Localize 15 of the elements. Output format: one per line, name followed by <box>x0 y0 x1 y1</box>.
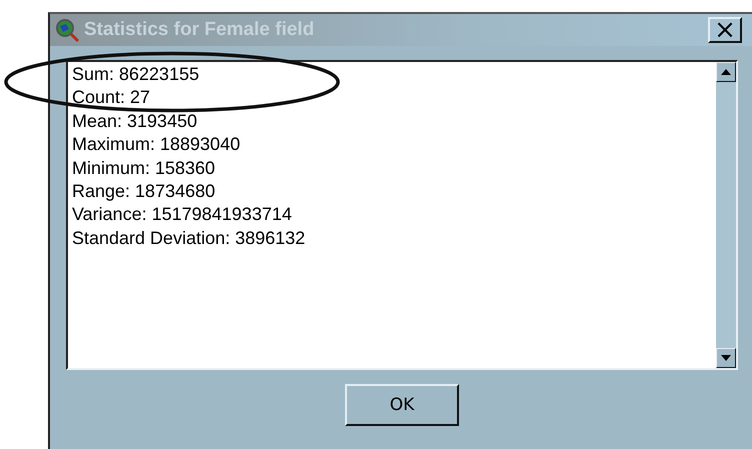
scroll-down-icon[interactable] <box>716 348 736 368</box>
statistic-line: Standard Deviation: 3896132 <box>72 226 306 250</box>
ok-button[interactable]: OK <box>345 384 459 426</box>
statistic-line: Range: 18734680 <box>72 180 216 204</box>
statistic-line: Minimum: 158360 <box>72 156 216 180</box>
statistic-line: Variance: 15179841933714 <box>72 203 293 226</box>
vertical-scrollbar[interactable] <box>716 62 736 368</box>
statistic-line: Mean: 3193450 <box>72 110 198 133</box>
statistic-line: Sum: 86223155 <box>72 63 200 86</box>
scroll-up-icon[interactable] <box>716 62 736 82</box>
magnifier-globe-icon <box>54 17 80 43</box>
statistic-line: Count: 27 <box>72 86 152 110</box>
statistics-text-area[interactable]: Sum: 86223155 Count: 27 Mean: 3193450 Maximum: 18893040 Minimum: 158360 Range: 18734680 Variance: 15179841933714 Standard Deviation: 3896132 <box>66 60 738 370</box>
close-button[interactable]: × <box>708 17 742 43</box>
statistic-line: Maximum: 18893040 <box>72 133 242 156</box>
